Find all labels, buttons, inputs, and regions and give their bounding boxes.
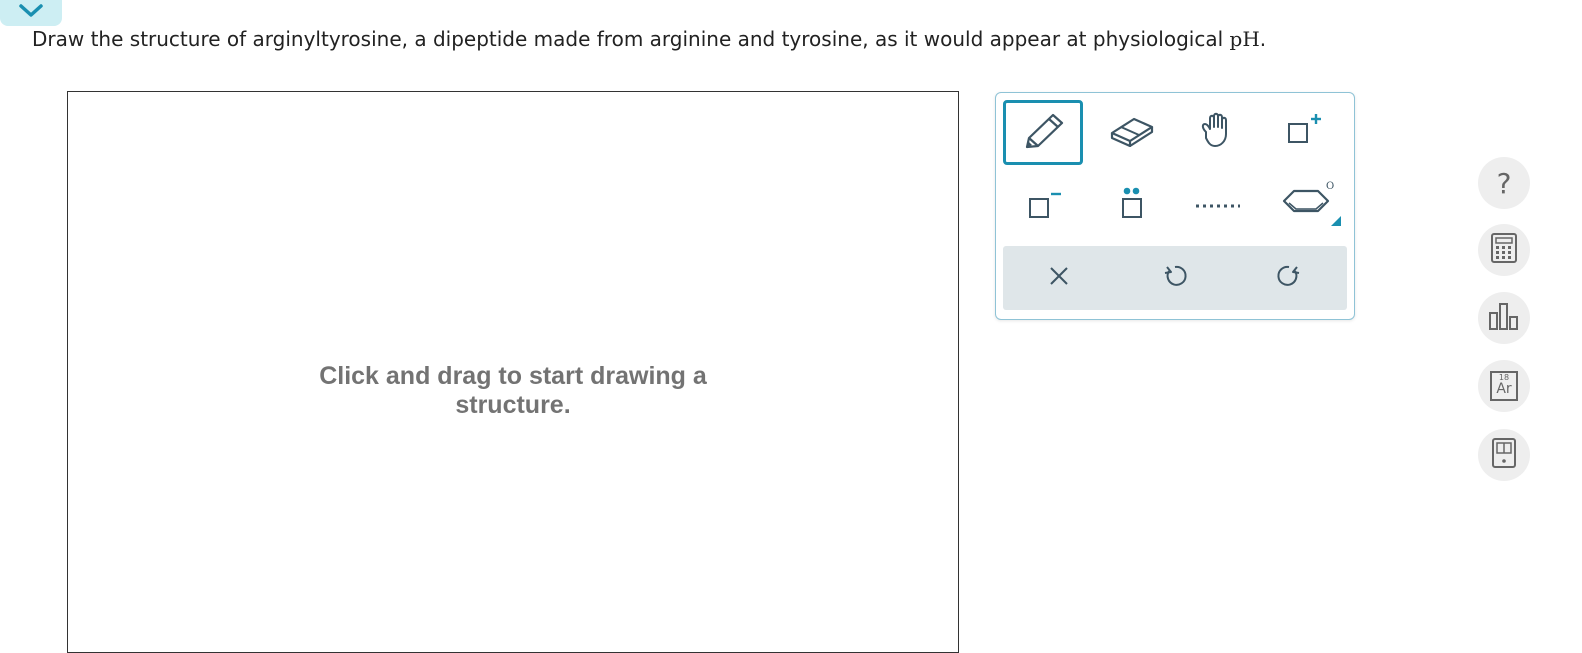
svg-text:O: O — [1326, 181, 1334, 192]
periodic-symbol: Ar — [1496, 381, 1512, 397]
clear-button[interactable] — [1039, 258, 1079, 298]
pencil-tool-button[interactable] — [1003, 100, 1083, 165]
periodic-table-icon: 18 Ar — [1490, 371, 1518, 401]
dotted-bond-tool-button[interactable] — [1181, 175, 1255, 235]
question-end: . — [1259, 27, 1267, 51]
chart-button[interactable] — [1478, 292, 1530, 344]
negative-charge-tool-button[interactable] — [1003, 175, 1077, 235]
undo-icon — [1162, 263, 1188, 293]
collapse-toggle-button[interactable] — [0, 0, 62, 26]
lone-pair-icon — [1112, 183, 1152, 227]
ph-label: pH — [1229, 27, 1260, 51]
chevron-down-icon — [17, 2, 45, 24]
action-bar — [1003, 246, 1347, 310]
help-button[interactable]: ? — [1478, 157, 1530, 209]
drawing-toolbox: O — [995, 92, 1355, 320]
lone-pair-tool-button[interactable] — [1095, 175, 1169, 235]
redo-button[interactable] — [1269, 258, 1309, 298]
positive-charge-icon — [1281, 110, 1325, 154]
canvas-hint-text: Click and drag to start drawing a struct… — [319, 362, 707, 419]
pencil-icon — [1019, 111, 1067, 155]
calculator-icon — [1490, 232, 1518, 268]
drawing-canvas[interactable]: Click and drag to start drawing a struct… — [67, 91, 959, 653]
hand-tool-button[interactable] — [1181, 102, 1255, 162]
ring-template-icon: O — [1272, 178, 1344, 232]
eraser-icon — [1108, 113, 1156, 151]
question-prompt: Draw the structure of arginyltyrosine, a… — [32, 27, 1266, 51]
canvas-hint: Click and drag to start drawing a struct… — [68, 362, 958, 420]
undo-button[interactable] — [1155, 258, 1195, 298]
hand-icon — [1196, 110, 1240, 154]
calculator-button[interactable] — [1478, 224, 1530, 276]
chart-icon — [1487, 301, 1521, 335]
negative-charge-icon — [1018, 183, 1062, 227]
periodic-table-button[interactable]: 18 Ar — [1478, 360, 1530, 412]
question-text: Draw the structure of arginyltyrosine, a… — [32, 27, 1224, 51]
help-icon: ? — [1496, 166, 1512, 200]
reference-book-icon — [1490, 437, 1518, 473]
dotted-bond-icon — [1194, 183, 1242, 227]
redo-icon — [1276, 263, 1302, 293]
clear-icon — [1047, 264, 1071, 292]
reference-book-button[interactable] — [1478, 429, 1530, 481]
ring-template-tool-button[interactable]: O — [1266, 175, 1350, 235]
positive-charge-tool-button[interactable] — [1266, 102, 1340, 162]
eraser-tool-button[interactable] — [1095, 102, 1169, 162]
